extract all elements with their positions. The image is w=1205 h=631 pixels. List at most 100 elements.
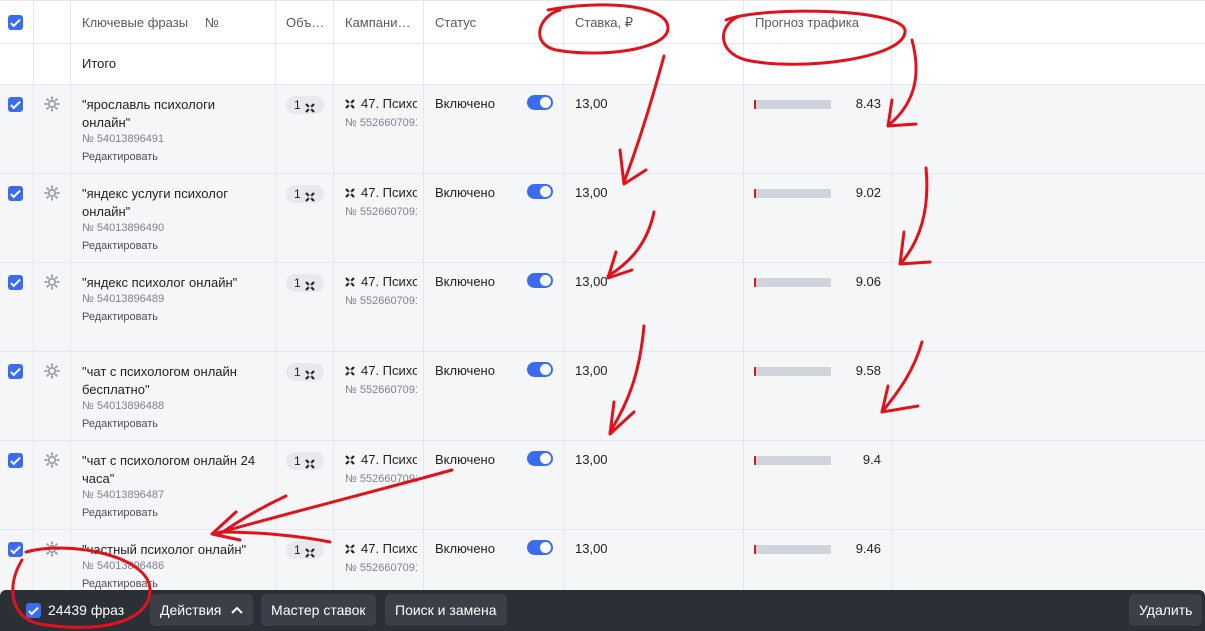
actions-button[interactable]: Действия (150, 594, 254, 626)
column-bid[interactable]: Ставка, ₽ (575, 15, 633, 31)
bid-value[interactable]: 13,00 (575, 185, 608, 200)
forecast-value: 9.02 (855, 185, 881, 200)
column-status[interactable]: Статус (435, 15, 476, 30)
gear-icon[interactable] (44, 452, 60, 468)
row-checkbox[interactable] (8, 542, 23, 557)
forecast-bar-fill (754, 189, 757, 198)
keyword-id: № 54013896490 (82, 222, 165, 234)
objects-count: 1 (294, 98, 301, 112)
row-checkbox[interactable] (8, 364, 23, 379)
selection-checkbox[interactable] (26, 603, 41, 618)
gear-icon[interactable] (44, 185, 60, 201)
row-checkbox[interactable] (8, 97, 23, 112)
status-toggle[interactable] (527, 184, 553, 199)
objects-count-badge[interactable]: 1 (286, 541, 324, 559)
gear-icon[interactable] (44, 274, 60, 290)
status-toggle[interactable] (527, 540, 553, 555)
status-toggle[interactable] (527, 451, 553, 466)
objects-count-badge[interactable]: 1 (286, 452, 324, 470)
table-row: "яндекс психолог онлайн" № 54013896489 Ред… (0, 263, 1205, 352)
objects-count: 1 (294, 454, 301, 468)
row-checkbox[interactable] (8, 186, 23, 201)
keyword-text: "частный психолог онлайн" (82, 542, 247, 557)
bid-value[interactable]: 13,00 (575, 363, 608, 378)
campaign-name: 47. Психо (361, 541, 417, 556)
objects-count-badge[interactable]: 1 (286, 274, 324, 292)
status-text: Включено (435, 185, 495, 200)
campaign-id: № 5526607091 (345, 206, 417, 218)
campaign-icon (345, 364, 355, 376)
row-checkbox[interactable] (8, 275, 23, 290)
bid-master-button[interactable]: Мастер ставок (261, 594, 376, 626)
keyword-id: № 54013896491 (82, 133, 165, 145)
keyword-text: "чат с психологом онлайн 24 часа" (82, 453, 256, 486)
ad-group-icon (305, 367, 315, 380)
status-toggle[interactable] (527, 362, 553, 377)
bulk-actions-bar: 24439 фраз Действия Мастер ставок Поиск … (0, 590, 1205, 631)
objects-count: 1 (294, 276, 301, 290)
campaign-icon (345, 453, 355, 465)
campaign-link[interactable]: 47. Психо (345, 452, 417, 467)
campaign-id: № 5526607091 (345, 384, 417, 396)
bid-value[interactable]: 13,00 (575, 452, 608, 467)
bid-value[interactable]: 13,00 (575, 96, 608, 111)
campaign-name: 47. Психо (361, 96, 417, 111)
ad-group-icon (305, 100, 315, 113)
campaign-name: 47. Психо (361, 363, 417, 378)
status-text: Включено (435, 363, 495, 378)
delete-button[interactable]: Удалить (1129, 594, 1203, 626)
search-replace-button[interactable]: Поиск и замена (385, 594, 507, 626)
select-all-checkbox[interactable] (8, 15, 23, 30)
ad-group-icon (305, 545, 315, 558)
status-toggle[interactable] (527, 273, 553, 288)
objects-count: 1 (294, 365, 301, 379)
campaign-link[interactable]: 47. Психо (345, 185, 417, 200)
gear-icon[interactable] (44, 363, 60, 379)
campaign-name: 47. Психо (361, 452, 417, 467)
forecast-bar-fill (754, 367, 757, 376)
campaign-id: № 5526607091 (345, 117, 417, 129)
total-row: Итого (0, 44, 1205, 85)
forecast-bar (754, 100, 831, 109)
column-number[interactable]: № (205, 15, 219, 30)
keyword-id: № 54013896489 (82, 293, 165, 305)
campaign-id: № 5526607091 (345, 562, 417, 574)
keyword-text: "яндекс услуги психолог онлайн" (82, 186, 228, 219)
column-objects[interactable]: Объ… (286, 15, 326, 30)
bid-value[interactable]: 13,00 (575, 541, 608, 556)
objects-count-badge[interactable]: 1 (286, 96, 324, 114)
forecast-bar-fill (754, 456, 757, 465)
column-keywords[interactable]: Ключевые фразы (82, 15, 188, 30)
edit-link[interactable]: Редактировать (82, 507, 158, 519)
campaign-icon (345, 186, 355, 198)
column-forecast[interactable]: Прогноз трафика (755, 15, 859, 30)
bid-value[interactable]: 13,00 (575, 274, 608, 289)
row-checkbox[interactable] (8, 453, 23, 468)
gear-icon[interactable] (44, 541, 60, 557)
objects-count-badge[interactable]: 1 (286, 363, 324, 381)
edit-link[interactable]: Редактировать (82, 240, 158, 252)
campaign-link[interactable]: 47. Психо (345, 96, 417, 111)
forecast-bar-fill (754, 100, 757, 109)
status-toggle[interactable] (527, 95, 553, 110)
campaign-link[interactable]: 47. Психо (345, 541, 417, 556)
selection-counter[interactable]: 24439 фраз (18, 594, 124, 626)
table-row: "ярославль психологи онлайн" № 5401389649… (0, 85, 1205, 174)
status-text: Включено (435, 452, 495, 467)
edit-link[interactable]: Редактировать (82, 418, 158, 430)
objects-count-badge[interactable]: 1 (286, 185, 324, 203)
campaign-link[interactable]: 47. Психо (345, 363, 417, 378)
edit-link[interactable]: Редактировать (82, 311, 158, 323)
gear-icon[interactable] (44, 96, 60, 112)
column-campaign[interactable]: Кампани… (345, 15, 417, 30)
objects-count: 1 (294, 187, 301, 201)
total-label: Итого (82, 56, 117, 71)
edit-link[interactable]: Редактировать (82, 578, 158, 590)
forecast-value: 8.43 (855, 96, 881, 111)
forecast-bar (754, 367, 831, 376)
campaign-link[interactable]: 47. Психо (345, 274, 417, 289)
objects-count: 1 (294, 543, 301, 557)
edit-link[interactable]: Редактировать (82, 151, 158, 163)
ad-group-icon (305, 456, 315, 469)
campaign-id: № 5526607091 (345, 473, 417, 485)
